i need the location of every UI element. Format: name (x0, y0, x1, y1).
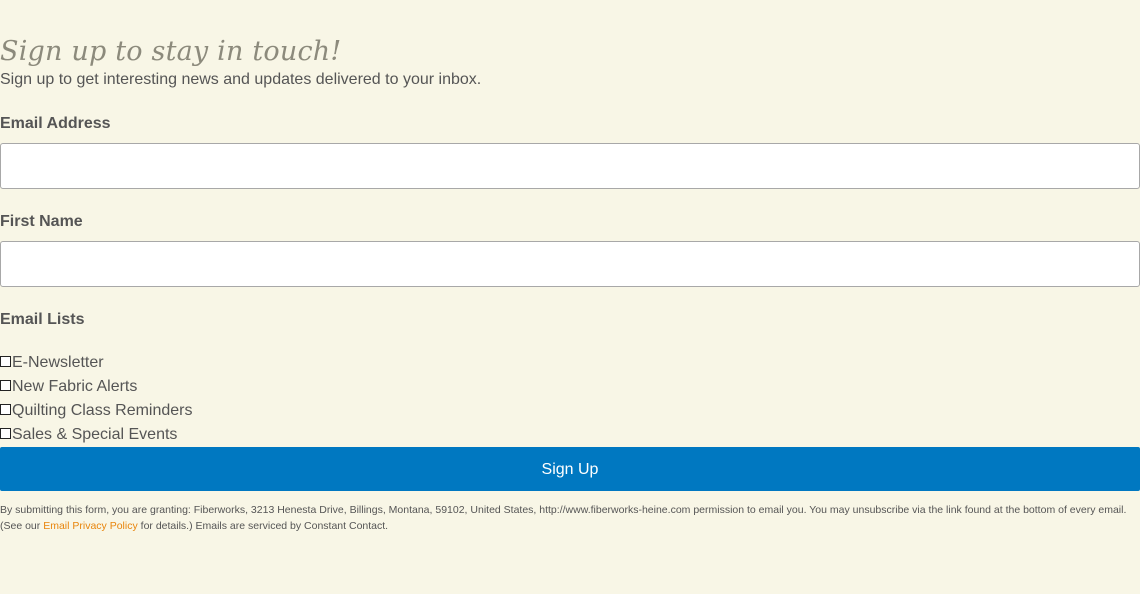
list-item-label: E-Newsletter (12, 354, 104, 371)
list-item-label: Sales & Special Events (12, 426, 178, 443)
email-address-input[interactable] (0, 143, 1140, 189)
email-lists-label: Email Lists (0, 311, 85, 328)
list-item-e-newsletter[interactable]: E-Newsletter (0, 352, 104, 374)
list-item-sales-special-events[interactable]: Sales & Special Events (0, 424, 177, 446)
first-name-input[interactable] (0, 241, 1140, 287)
list-item-quilting-class-reminders[interactable]: Quilting Class Reminders (0, 400, 193, 422)
list-item-label: Quilting Class Reminders (12, 402, 193, 419)
first-name-label: First Name (0, 213, 83, 230)
email-privacy-policy-link[interactable]: Email Privacy Policy (43, 520, 138, 532)
form-title: Sign up to stay in touch! (0, 36, 342, 67)
email-address-label: Email Address (0, 115, 111, 132)
list-item-label: New Fabric Alerts (12, 378, 138, 395)
sign-up-button[interactable]: Sign Up (0, 447, 1140, 491)
form-subtitle: Sign up to get interesting news and upda… (0, 71, 482, 88)
legal-text-after: for details.) Emails are serviced by Con… (137, 520, 389, 532)
checkbox[interactable] (0, 355, 11, 367)
checkbox[interactable] (0, 379, 11, 391)
checkbox[interactable] (0, 403, 11, 415)
legal-disclaimer: By submitting this form, you are grantin… (0, 502, 1140, 534)
checkbox[interactable] (0, 427, 11, 439)
list-item-new-fabric-alerts[interactable]: New Fabric Alerts (0, 376, 137, 398)
